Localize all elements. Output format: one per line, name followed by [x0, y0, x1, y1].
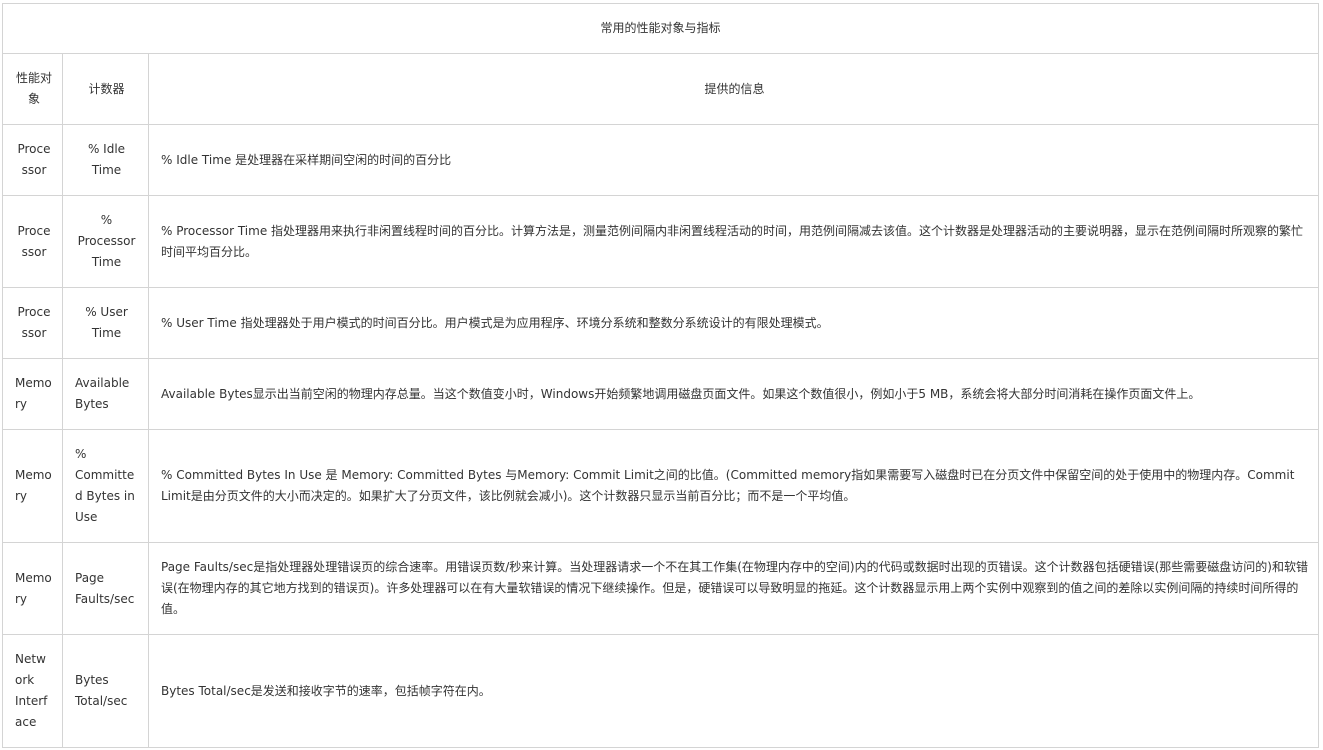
header-info: 提供的信息 — [704, 81, 765, 96]
object-name: Proce ssor — [17, 223, 51, 259]
header-counter: 计数器 — [88, 81, 125, 96]
info-cell: Bytes Total/sec是发送和接收字节的速率，包括帧字符在内。 — [149, 635, 1319, 748]
header-info-cell: 提供的信息 — [149, 54, 1319, 125]
table-row: Proce ssor % Idle Time % Idle Time 是处理器在采… — [3, 125, 1319, 196]
info-text: % Processor Time 指处理器用来执行非闲置线程时间的百分比。计算方… — [161, 223, 1304, 259]
object-cell: Memo ry — [3, 359, 63, 430]
object-cell: Proce ssor — [3, 288, 63, 359]
info-cell: Available Bytes显示出当前空闲的物理内存总量。当这个数值变小时，W… — [149, 359, 1319, 430]
info-cell: Page Faults/sec是指处理器处理错误页的综合速率。用错误页数/秒来计… — [149, 543, 1319, 635]
object-name: Memo ry — [15, 570, 52, 606]
header-object: 性能对象 — [15, 71, 52, 106]
info-cell: % Processor Time 指处理器用来执行非闲置线程时间的百分比。计算方… — [149, 196, 1319, 288]
info-text: % User Time 指处理器处于用户模式的时间百分比。用户模式是为应用程序、… — [161, 315, 829, 330]
counter-cell: Page Faults/sec — [63, 543, 149, 635]
counter-name: % Idle Time — [87, 142, 126, 177]
counter-cell: % User Time — [63, 288, 149, 359]
object-name: Memo ry — [15, 468, 52, 503]
info-text: Page Faults/sec是指处理器处理错误页的综合速率。用错误页数/秒来计… — [161, 560, 1308, 616]
table-caption: 常用的性能对象与指标 — [600, 21, 721, 35]
object-cell: Memo ry — [3, 543, 63, 635]
info-text: % Committed Bytes In Use 是 Memory: Commi… — [161, 468, 1295, 503]
performance-table: 常用的性能对象与指标 性能对象 计数器 提供的信息 Proce ssor % Id… — [2, 3, 1319, 748]
table-row: Proce ssor % Processor Time % Processor T… — [3, 196, 1319, 288]
counter-cell: % Committe d Bytes in Use — [63, 430, 149, 543]
info-text: Bytes Total/sec是发送和接收字节的速率，包括帧字符在内。 — [161, 683, 491, 698]
info-text: % Idle Time 是处理器在采样期间空闲的时间的百分比 — [161, 152, 452, 167]
table-row: Memo ry % Committe d Bytes in Use % Commit… — [3, 430, 1319, 543]
table-caption-cell: 常用的性能对象与指标 — [3, 4, 1319, 54]
counter-cell: Available Bytes — [63, 359, 149, 430]
info-cell: % Idle Time 是处理器在采样期间空闲的时间的百分比 — [149, 125, 1319, 196]
object-name: Proce ssor — [17, 305, 51, 340]
counter-name: % User Time — [85, 305, 128, 340]
info-cell: % User Time 指处理器处于用户模式的时间百分比。用户模式是为应用程序、… — [149, 288, 1319, 359]
counter-name: Page Faults/sec — [75, 570, 135, 606]
info-cell: % Committed Bytes In Use 是 Memory: Commi… — [149, 430, 1319, 543]
counter-cell: % Idle Time — [63, 125, 149, 196]
counter-name: Available Bytes — [75, 376, 130, 411]
object-cell: Netw ork Interf ace — [3, 635, 63, 748]
object-cell: Proce ssor — [3, 196, 63, 288]
object-name: Netw ork Interf ace — [15, 652, 48, 729]
table-row: Netw ork Interf ace Bytes Total/sec Bytes … — [3, 635, 1319, 748]
table-row: Proce ssor % User Time % User Time 指处理器处于… — [3, 288, 1319, 359]
object-name: Proce ssor — [17, 142, 51, 177]
object-cell: Memo ry — [3, 430, 63, 543]
table-row: Memo ry Available Bytes Available Bytes显示… — [3, 359, 1319, 430]
counter-name: Bytes Total/sec — [75, 673, 128, 708]
table-header-row: 性能对象 计数器 提供的信息 — [3, 54, 1319, 125]
object-name: Memo ry — [15, 376, 52, 411]
counter-cell: % Processor Time — [63, 196, 149, 288]
info-text: Available Bytes显示出当前空闲的物理内存总量。当这个数值变小时，W… — [161, 386, 1201, 401]
header-object-cell: 性能对象 — [3, 54, 63, 125]
counter-cell: Bytes Total/sec — [63, 635, 149, 748]
header-counter-cell: 计数器 — [63, 54, 149, 125]
table-row: Memo ry Page Faults/sec Page Faults/sec是指… — [3, 543, 1319, 635]
counter-name: % Processor Time — [77, 213, 136, 269]
object-cell: Proce ssor — [3, 125, 63, 196]
counter-name: % Committe d Bytes in Use — [75, 447, 135, 524]
table-caption-row: 常用的性能对象与指标 — [3, 4, 1319, 54]
